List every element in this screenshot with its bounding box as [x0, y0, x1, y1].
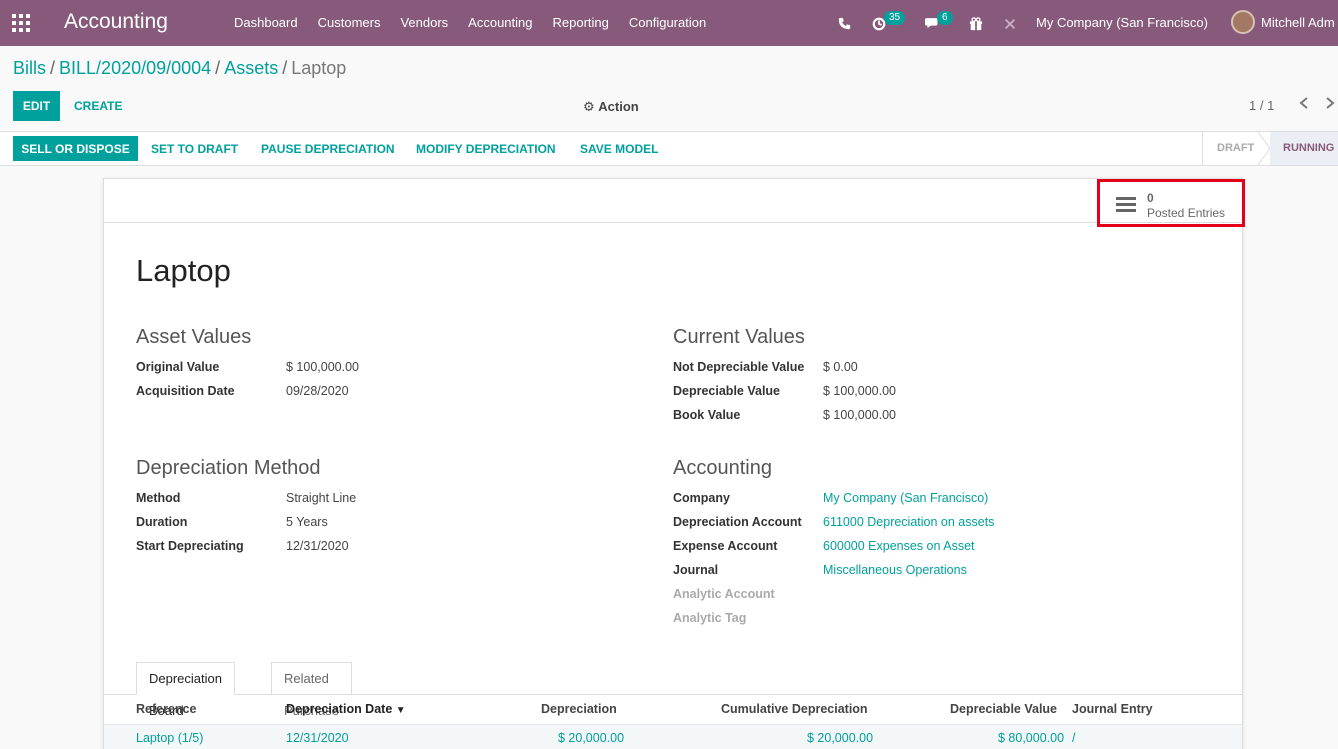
not-depreciable-value: $ 0.00 [823, 360, 858, 374]
col-cumulative-depreciation[interactable]: Cumulative Depreciation [721, 702, 868, 716]
journal-link[interactable]: Miscellaneous Operations [823, 563, 967, 577]
pause-depreciation-button[interactable]: PAUSE DEPRECIATION [261, 142, 395, 156]
form-statusbar: SELL OR DISPOSE SET TO DRAFT PAUSE DEPRE… [0, 131, 1338, 166]
modify-depreciation-button[interactable]: MODIFY DEPRECIATION [416, 142, 556, 156]
menu-dashboard[interactable]: Dashboard [224, 0, 308, 46]
action-menu[interactable]: ⚙ Action [583, 99, 639, 115]
depreciable-value: $ 100,000.00 [823, 384, 896, 398]
activity-badge: 35 [884, 11, 906, 25]
tab-depreciation-board[interactable]: Depreciation Board [136, 662, 235, 718]
col-depreciation[interactable]: Depreciation [541, 702, 617, 716]
user-menu[interactable]: Mitchell Adm [1261, 0, 1335, 46]
menu-vendors[interactable]: Vendors [390, 0, 458, 46]
gift-icon[interactable] [969, 0, 983, 46]
original-value-label: Original Value [136, 360, 220, 374]
col-journal-entry[interactable]: Journal Entry [1072, 702, 1153, 716]
pager-value: 1 / 1 [1249, 98, 1275, 113]
col-reference[interactable]: Reference [136, 702, 196, 716]
cell-journal-entry[interactable]: / [1072, 731, 1075, 745]
posted-entries-label: Posted Entries [1147, 206, 1226, 220]
phone-icon[interactable] [838, 0, 851, 46]
edit-button[interactable]: EDIT [13, 91, 60, 121]
breadcrumb-current: Laptop [291, 58, 347, 78]
cell-date[interactable]: 12/31/2020 [286, 731, 349, 745]
bars-icon [1116, 197, 1136, 213]
col-depreciation-date[interactable]: Depreciation Date ▼ [286, 702, 406, 716]
acquisition-date-label: Acquisition Date [136, 384, 235, 398]
company-label: Company [673, 491, 730, 505]
original-value: $ 100,000.00 [286, 360, 359, 374]
acquisition-date: 09/28/2020 [286, 384, 349, 398]
top-navbar: Accounting Dashboard Customers Vendors A… [0, 0, 1338, 46]
posted-entries-count: 0 [1147, 191, 1154, 205]
analytic-tag-label: Analytic Tag [673, 611, 747, 625]
depreciable-label: Depreciable Value [673, 384, 781, 398]
expense-account-link[interactable]: 600000 Expenses on Asset [823, 539, 975, 553]
debug-tools-icon[interactable] [1003, 0, 1017, 46]
not-depreciable-label: Not Depreciable Value [673, 360, 805, 374]
duration-label: Duration [136, 515, 188, 529]
col-depreciable-value[interactable]: Depreciable Value [950, 702, 1057, 716]
analytic-account-label: Analytic Account [673, 587, 775, 601]
set-to-draft-button[interactable]: SET TO DRAFT [151, 142, 238, 156]
app-title: Accounting [64, 10, 168, 33]
duration-value: 5 Years [286, 515, 328, 529]
activity-icon[interactable] [872, 0, 886, 46]
book-value: $ 100,000.00 [823, 408, 896, 422]
depreciation-method-title: Depreciation Method [136, 457, 321, 479]
save-model-button[interactable]: SAVE MODEL [580, 142, 658, 156]
menu-customers[interactable]: Customers [308, 0, 391, 46]
tab-related-purchase[interactable]: Related Purchase [271, 662, 352, 718]
journal-label: Journal [673, 563, 719, 577]
sort-desc-icon: ▼ [395, 705, 406, 716]
table-row[interactable]: Laptop (1/5) 12/31/2020 $ 20,000.00 $ 20… [104, 724, 1242, 749]
col-depreciation-date-label: Depreciation Date [286, 702, 393, 716]
cell-depreciation[interactable]: $ 20,000.00 [558, 731, 624, 745]
method-value: Straight Line [286, 491, 357, 505]
cell-reference[interactable]: Laptop (1/5) [136, 731, 203, 745]
messages-icon[interactable] [925, 0, 940, 46]
main-menu: Dashboard Customers Vendors Accounting R… [224, 0, 716, 46]
menu-configuration[interactable]: Configuration [619, 0, 716, 46]
action-label: Action [598, 99, 639, 114]
breadcrumb-bills[interactable]: Bills [13, 58, 46, 78]
duration-unit: Years [296, 515, 328, 529]
asset-values-title: Asset Values [136, 326, 252, 348]
current-values-title: Current Values [673, 326, 805, 348]
menu-reporting[interactable]: Reporting [543, 0, 619, 46]
breadcrumb-bill[interactable]: BILL/2020/09/0004 [59, 58, 211, 78]
cell-cumulative[interactable]: $ 20,000.00 [807, 731, 873, 745]
sell-dispose-button[interactable]: SELL OR DISPOSE [13, 136, 138, 161]
posted-entries-button[interactable]: 0 Posted Entries [1097, 179, 1245, 227]
user-avatar[interactable] [1231, 10, 1255, 34]
menu-accounting[interactable]: Accounting [458, 0, 542, 46]
start-depreciating-label: Start Depreciating [136, 539, 244, 553]
stage-running: RUNNING [1283, 142, 1335, 154]
chevron-left-icon[interactable] [1298, 96, 1310, 115]
company-switcher[interactable]: My Company (San Francisco) [1036, 0, 1208, 46]
cell-depreciable[interactable]: $ 80,000.00 [998, 731, 1064, 745]
book-value-label: Book Value [673, 408, 741, 422]
chevron-right-icon[interactable] [1324, 96, 1336, 115]
start-depreciating-value: 12/31/2020 [286, 539, 349, 553]
messages-badge: 6 [937, 11, 953, 25]
stage-draft[interactable]: DRAFT [1217, 132, 1254, 165]
breadcrumb-assets[interactable]: Assets [224, 58, 278, 78]
accounting-title: Accounting [673, 457, 772, 479]
breadcrumb: Bills / BILL/2020/09/0004/Assets / Laptop [13, 58, 347, 78]
form-sheet: 0 Posted Entries Laptop Asset Values Ori… [103, 178, 1245, 749]
expense-account-label: Expense Account [673, 539, 778, 553]
gear-icon: ⚙ [583, 99, 595, 114]
duration-count: 5 [286, 515, 293, 529]
method-label: Method [136, 491, 181, 505]
depreciation-account-link[interactable]: 611000 Depreciation on assets [823, 515, 994, 529]
create-button[interactable]: CREATE [74, 99, 122, 113]
company-link[interactable]: My Company (San Francisco) [823, 491, 988, 505]
button-box [104, 179, 1242, 223]
depreciation-account-label: Depreciation Account [673, 515, 802, 529]
apps-menu-icon[interactable] [12, 14, 30, 32]
asset-name: Laptop [136, 253, 231, 288]
